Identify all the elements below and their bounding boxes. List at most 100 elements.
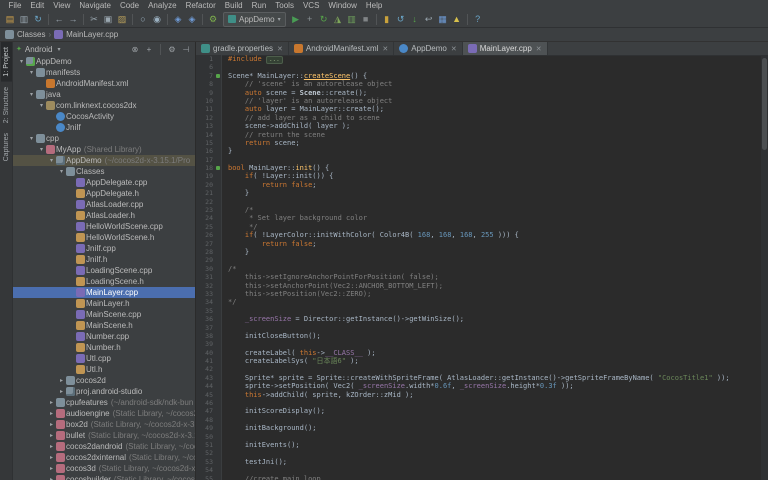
tab-androidmanifest-xml[interactable]: AndroidManifest.xml✕ xyxy=(289,42,394,55)
code-line[interactable]: 44 sprite->setPosition( Vec2( _screenSiz… xyxy=(196,382,761,390)
code-line[interactable]: 1#include ... xyxy=(196,55,761,63)
code-line[interactable]: 31 this->setIgnoreAnchorPointForPosition… xyxy=(196,273,761,281)
code-line[interactable]: 24 * Set layer background color xyxy=(196,214,761,222)
editor-scrollbar[interactable] xyxy=(761,55,768,480)
help-icon[interactable]: ? xyxy=(471,13,485,26)
code-line[interactable]: 48 xyxy=(196,416,761,424)
build-wrench-icon[interactable]: ⚙ xyxy=(206,13,220,26)
close-icon[interactable]: ✕ xyxy=(277,45,283,53)
hide-panel-icon[interactable]: ⊣ xyxy=(180,45,192,54)
code-line[interactable]: 47 initScoreDisplay(); xyxy=(196,407,761,415)
tree-item-helloworldscene-cpp[interactable]: HelloWorldScene.cpp xyxy=(13,221,195,232)
tool-window-button--project[interactable]: 1: Project xyxy=(1,42,12,82)
code-line[interactable]: 27 return false; xyxy=(196,240,761,248)
nav-back-icon[interactable]: ◈ xyxy=(171,13,185,26)
tree-item-cocos2dandroid[interactable]: ▸cocos2dandroid(Static Library, ~/coco xyxy=(13,441,195,452)
code-line[interactable]: 26 if( !LayerColor::initWithColor( Color… xyxy=(196,231,761,239)
copy-icon[interactable]: ▣ xyxy=(101,13,115,26)
tree-item-audioengine[interactable]: ▸audioengine(Static Library, ~/cocos2d- xyxy=(13,408,195,419)
tree-item-manifests[interactable]: ▾manifests xyxy=(13,67,195,78)
code-line[interactable]: 46 xyxy=(196,399,761,407)
expand-arrow-icon[interactable]: ▾ xyxy=(17,58,26,65)
tree-item-loadingscene-h[interactable]: LoadingScene.h xyxy=(13,276,195,287)
tree-item-atlasloader-h[interactable]: AtlasLoader.h xyxy=(13,210,195,221)
tool-window-button--structure[interactable]: 2: Structure xyxy=(1,82,12,128)
tree-item-myapp[interactable]: ▾MyApp(Shared Library) xyxy=(13,144,195,155)
tree-item-utl-h[interactable]: Utl.h xyxy=(13,364,195,375)
code-line[interactable]: 28 } xyxy=(196,248,761,256)
code-line[interactable]: 19 if( !Layer::init()) { xyxy=(196,172,761,180)
tree-item-helloworldscene-h[interactable]: HelloWorldScene.h xyxy=(13,232,195,243)
locate-file-icon[interactable]: + xyxy=(143,45,155,54)
cut-icon[interactable]: ✂ xyxy=(87,13,101,26)
code-line[interactable]: 40 createLabel( this->__CLASS__ ); xyxy=(196,349,761,357)
code-line[interactable]: 34*/ xyxy=(196,298,761,306)
expand-arrow-icon[interactable]: ▸ xyxy=(47,410,56,417)
code-line[interactable]: 43 Sprite* sprite = Sprite::createWithSp… xyxy=(196,374,761,382)
settings-gear-icon[interactable]: ⚙ xyxy=(166,45,178,54)
code-line[interactable]: 11 auto layer = MainLayer::create(); xyxy=(196,105,761,113)
tree-item-mainscene-h[interactable]: MainScene.h xyxy=(13,320,195,331)
code-line[interactable]: 42 xyxy=(196,365,761,373)
tree-item-cocos3d[interactable]: ▸cocos3d(Static Library, ~/cocos2d-x-3 xyxy=(13,463,195,474)
menu-item-edit[interactable]: Edit xyxy=(26,0,49,11)
expand-arrow-icon[interactable]: ▾ xyxy=(47,157,56,164)
tree-item-java[interactable]: ▾java xyxy=(13,89,195,100)
tree-item-atlasloader-cpp[interactable]: AtlasLoader.cpp xyxy=(13,199,195,210)
rerun-icon[interactable]: ↻ xyxy=(317,13,331,26)
code-line[interactable]: 36 _screenSize = Director::getInstance()… xyxy=(196,315,761,323)
menu-item-help[interactable]: Help xyxy=(361,0,386,11)
expand-arrow-icon[interactable]: ▾ xyxy=(27,69,36,76)
code-line[interactable]: 37 xyxy=(196,324,761,332)
code-line[interactable]: 41 createLabelSys( "日本語6" ); xyxy=(196,357,761,365)
run-icon[interactable]: ▶ xyxy=(289,13,303,26)
expand-arrow-icon[interactable]: ▸ xyxy=(57,388,66,395)
code-line[interactable]: 16} xyxy=(196,147,761,155)
expand-arrow-icon[interactable]: ▸ xyxy=(47,421,56,428)
tree-item-utl-cpp[interactable]: Utl.cpp xyxy=(13,353,195,364)
tree-item-classes[interactable]: ▾Classes xyxy=(13,166,195,177)
sync-gradle-icon[interactable]: ↺ xyxy=(394,13,408,26)
expand-arrow-icon[interactable]: ▸ xyxy=(57,377,66,384)
open-icon[interactable]: ▤ xyxy=(3,13,17,26)
code-line[interactable]: 45 this->addChild( sprite, kZOrder::zMid… xyxy=(196,391,761,399)
tree-item-appdelegate-h[interactable]: AppDelegate.h xyxy=(13,188,195,199)
close-icon[interactable]: ✕ xyxy=(382,45,388,53)
tree-item-appdemo[interactable]: ▾AppDemo xyxy=(13,56,195,67)
code-line[interactable]: 12 // add layer as a child to scene xyxy=(196,114,761,122)
code-line[interactable]: 6 xyxy=(196,63,761,71)
code-line[interactable]: 54 xyxy=(196,466,761,474)
nav-forward-icon[interactable]: ◈ xyxy=(185,13,199,26)
code-line[interactable]: 20 return false; xyxy=(196,181,761,189)
tree-item-mainlayer-cpp[interactable]: MainLayer.cpp xyxy=(13,287,195,298)
code-line[interactable]: 30/* xyxy=(196,265,761,273)
code-line[interactable]: 15 return scene; xyxy=(196,139,761,147)
code-line[interactable]: 53 testJni(); xyxy=(196,458,761,466)
tree-item-cocosbuilder[interactable]: ▸cocosbuilder(Static Library, ~/cocos2d xyxy=(13,474,195,480)
instant-run-icon[interactable]: ▲ xyxy=(450,13,464,26)
menu-item-build[interactable]: Build xyxy=(220,0,247,11)
tool-window-button-captures[interactable]: Captures xyxy=(1,128,12,166)
tab-appdemo[interactable]: AppDemo✕ xyxy=(394,42,462,55)
expand-arrow-icon[interactable]: ▾ xyxy=(27,91,36,98)
tree-item-cocosactivity[interactable]: CocosActivity xyxy=(13,111,195,122)
code-line[interactable]: 33 this->setPosition(Vec2::ZERO); xyxy=(196,290,761,298)
tree-item-androidmanifest-xml[interactable]: AndroidManifest.xml xyxy=(13,78,195,89)
close-icon[interactable]: ✕ xyxy=(536,45,542,53)
expand-arrow-icon[interactable]: ▸ xyxy=(47,399,56,406)
coverage-icon[interactable]: ▥ xyxy=(345,13,359,26)
code-line[interactable]: 17 xyxy=(196,156,761,164)
expand-arrow-icon[interactable]: ▸ xyxy=(47,476,56,480)
tree-item-appdemo[interactable]: ▾AppDemo(~/cocos2d-x-3.15.1/Pro xyxy=(13,155,195,166)
tab-gradle-properties[interactable]: gradle.properties✕ xyxy=(196,42,289,55)
tree-item-cpufeatures[interactable]: ▸cpufeatures(~/android-sdk/ndk-bun xyxy=(13,397,195,408)
tree-item-proj-android-studio[interactable]: ▸proj.android-studio xyxy=(13,386,195,397)
menu-item-window[interactable]: Window xyxy=(324,0,361,11)
tree-item-jniif-cpp[interactable]: JniIf.cpp xyxy=(13,243,195,254)
code-line[interactable]: 21 } xyxy=(196,189,761,197)
tree-item-jniif[interactable]: JniIf xyxy=(13,122,195,133)
project-structure-icon[interactable]: ▦ xyxy=(436,13,450,26)
profile-icon[interactable]: ◮ xyxy=(331,13,345,26)
code-line[interactable]: 39 xyxy=(196,340,761,348)
expand-arrow-icon[interactable]: ▸ xyxy=(47,454,56,461)
